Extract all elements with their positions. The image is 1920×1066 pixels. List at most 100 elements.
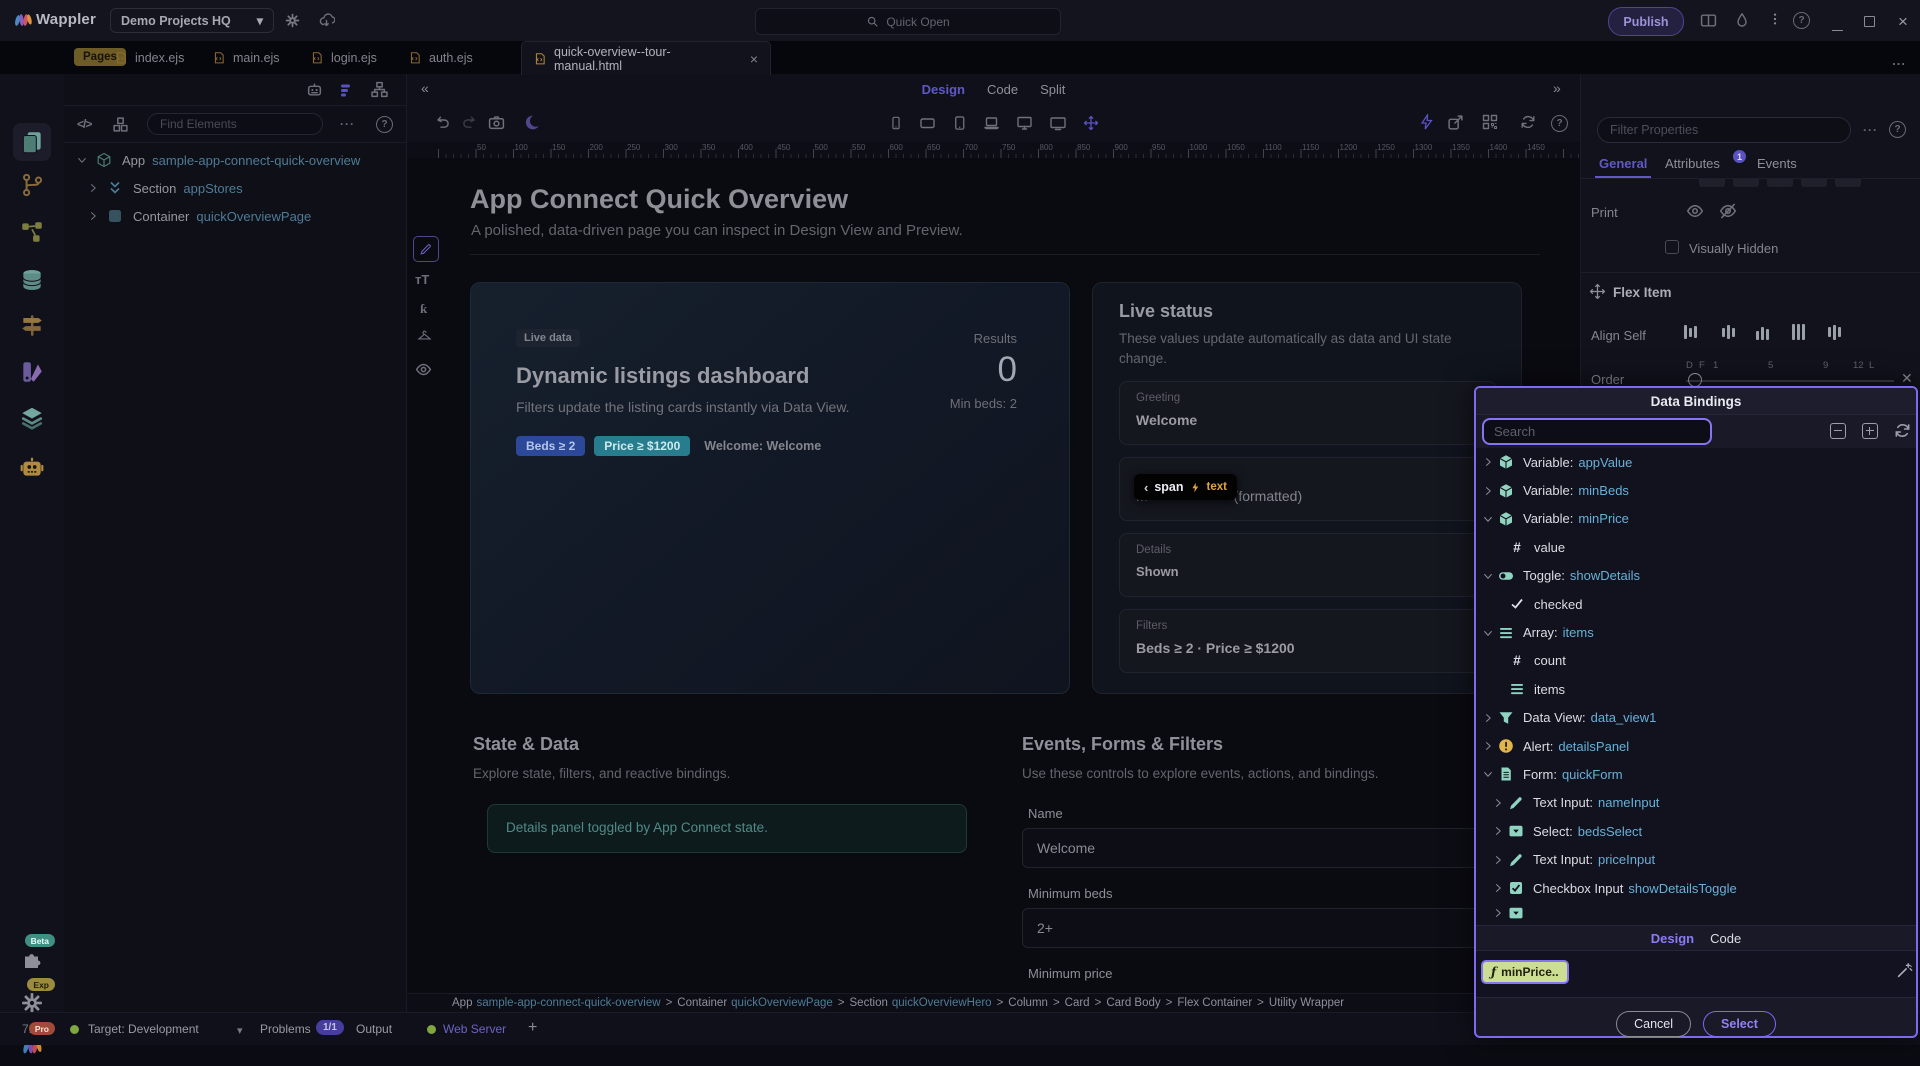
tab-overflow-menu[interactable]: ...	[1892, 53, 1906, 68]
tab-code[interactable]: Code	[987, 82, 1018, 97]
align-self-start-button[interactable]	[1684, 324, 1697, 340]
info-icon[interactable]: ƙ	[420, 301, 427, 317]
binding-tree-item[interactable]: Text Input:nameInput	[1476, 789, 1916, 817]
form-field-input[interactable]: Welcome	[1022, 828, 1522, 868]
device-phone-icon[interactable]	[889, 115, 903, 131]
settings-gear-icon[interactable]	[284, 12, 301, 29]
binding-tree-item[interactable]: Data View:data_view1	[1476, 704, 1916, 732]
dialog-tab-code[interactable]: Code	[1710, 931, 1741, 946]
publish-button[interactable]: Publish	[1608, 7, 1684, 36]
file-tab[interactable]: index.ejs	[115, 41, 184, 74]
rail-node-tree-icon[interactable]	[13, 213, 51, 251]
breadcrumb-segment[interactable]: Card Body	[1106, 997, 1160, 1009]
tab-design[interactable]: Design	[922, 82, 965, 97]
sitemap-view-icon[interactable]	[371, 81, 388, 98]
bindings-search-input[interactable]	[1482, 418, 1712, 445]
canvas-resize-move-icon[interactable]	[1083, 115, 1099, 131]
binding-tree-item[interactable]: Alert:detailsPanel	[1476, 732, 1916, 760]
breadcrumb-segment[interactable]: SectionquickOverviewHero	[850, 997, 992, 1009]
order-slider-track[interactable]	[1686, 380, 1894, 382]
output-button[interactable]: Output	[356, 1022, 392, 1036]
problems-button[interactable]: Problems	[260, 1022, 311, 1036]
element-tree-item[interactable]: Appsample-app-connect-quick-overview	[64, 146, 406, 174]
help-icon[interactable]: ?	[376, 116, 393, 133]
window-restore-button[interactable]	[1864, 15, 1875, 30]
expression-chip[interactable]: ƒ minPrice..	[1481, 960, 1569, 984]
blocks-icon[interactable]	[112, 116, 129, 133]
align-self-baseline-button[interactable]	[1828, 324, 1841, 340]
breadcrumb-segment[interactable]: Appsample-app-connect-quick-overview	[452, 997, 661, 1009]
cloud-sync-icon[interactable]	[317, 12, 335, 28]
order-slider-knob[interactable]	[1688, 373, 1702, 387]
project-selector[interactable]: Demo Projects HQ ▾	[110, 8, 274, 33]
app-connect-bolt-icon[interactable]	[1419, 114, 1435, 130]
collapse-all-icon[interactable]	[1830, 423, 1846, 439]
align-self-end-button[interactable]	[1756, 324, 1769, 340]
device-desktop-icon[interactable]	[1016, 115, 1033, 131]
order-clear-icon[interactable]: ✕	[1901, 370, 1913, 387]
breadcrumb-segment[interactable]: Column	[1008, 997, 1048, 1009]
close-tab-icon[interactable]: ×	[750, 51, 758, 67]
list-view-icon[interactable]	[339, 82, 355, 98]
ai-robot-icon[interactable]	[306, 81, 323, 98]
expand-all-icon[interactable]	[1862, 423, 1878, 439]
refresh-icon[interactable]	[1894, 422, 1911, 439]
window-minimize-button[interactable]	[1832, 19, 1843, 34]
tab-events[interactable]: Events	[1757, 156, 1797, 171]
element-tree-item[interactable]: ContainerquickOverviewPage	[64, 202, 406, 230]
code-view-icon[interactable]: </>	[77, 117, 91, 131]
eye-slash-icon[interactable]	[1719, 202, 1737, 220]
binding-tree-item[interactable]: items	[1476, 675, 1916, 703]
device-tablet-icon[interactable]	[952, 115, 967, 131]
rail-robot-icon[interactable]	[13, 448, 51, 486]
cancel-button[interactable]: Cancel	[1616, 1011, 1691, 1037]
binding-tree-item[interactable]: checked	[1476, 590, 1916, 618]
active-file-tab[interactable]: quick-overview--tour-manual.html ×	[521, 41, 771, 75]
open-in-browser-icon[interactable]	[1447, 114, 1464, 131]
binding-tree-item[interactable]: Variable:minBeds	[1476, 476, 1916, 504]
collapse-right-icon[interactable]: »	[1553, 80, 1561, 96]
binding-tree-item[interactable]: #value	[1476, 533, 1916, 561]
form-field-input[interactable]: 2+	[1022, 908, 1522, 948]
hero-card[interactable]: Live data Dynamic listings dashboard Fil…	[470, 282, 1070, 694]
device-laptop-icon[interactable]	[983, 115, 1000, 131]
window-close-button[interactable]: ×	[1898, 17, 1908, 27]
tab-attributes[interactable]: Attributes	[1665, 156, 1720, 171]
device-tablet-landscape-icon[interactable]	[919, 115, 936, 131]
binding-tree-item[interactable]: Checkbox InputshowDetailsToggle	[1476, 874, 1916, 902]
rail-puzzle-icon[interactable]: Beta	[13, 940, 51, 978]
device-tv-icon[interactable]	[1049, 115, 1067, 131]
file-tab[interactable]: main.ejs	[213, 41, 280, 74]
details-note-box[interactable]: Details panel toggled by App Connect sta…	[487, 804, 967, 853]
kebab-menu-icon[interactable]	[1768, 12, 1782, 26]
add-panel-button[interactable]: +	[528, 1019, 537, 1037]
element-tree-item[interactable]: SectionappStores	[64, 174, 406, 202]
binding-tree-item[interactable]: Select:bedsSelect	[1476, 817, 1916, 845]
more-options-icon[interactable]: ···	[1863, 123, 1878, 137]
binding-tree-item[interactable]: Text Input:priceInput	[1476, 845, 1916, 873]
rail-layers-icon[interactable]	[13, 399, 51, 437]
binding-tree-item[interactable]: Toggle:showDetails	[1476, 562, 1916, 590]
eye-icon[interactable]	[1686, 202, 1704, 220]
binding-tree-item[interactable]: #count	[1476, 647, 1916, 675]
help-icon[interactable]: ?	[1889, 121, 1906, 138]
align-self-stretch-button[interactable]	[1792, 324, 1805, 340]
rail-git-branch-icon[interactable]	[13, 166, 51, 204]
styles-hanger-icon[interactable]	[416, 330, 433, 345]
select-button[interactable]: Select	[1703, 1011, 1776, 1037]
breadcrumb-segment[interactable]: Card	[1065, 997, 1090, 1009]
visually-hidden-checkbox[interactable]	[1665, 240, 1679, 254]
typography-icon[interactable]: тT	[415, 272, 429, 287]
file-tab[interactable]: login.ejs	[311, 41, 377, 74]
align-self-center-button[interactable]	[1722, 324, 1735, 340]
edit-pencil-icon[interactable]	[413, 236, 439, 262]
breadcrumb-segment[interactable]: Utility Wrapper	[1269, 997, 1344, 1009]
breadcrumb-segment[interactable]: Flex Container	[1177, 997, 1252, 1009]
quick-open-search[interactable]: Quick Open	[755, 8, 1061, 35]
file-tab[interactable]: auth.ejs	[409, 41, 473, 74]
breadcrumb-segment[interactable]: ContainerquickOverviewPage	[677, 997, 833, 1009]
binding-tree-item[interactable]: Variable:appValue	[1476, 448, 1916, 476]
tab-general[interactable]: General	[1599, 156, 1647, 171]
binding-tree-item-partial[interactable]	[1476, 902, 1916, 924]
qr-code-icon[interactable]	[1482, 114, 1498, 130]
